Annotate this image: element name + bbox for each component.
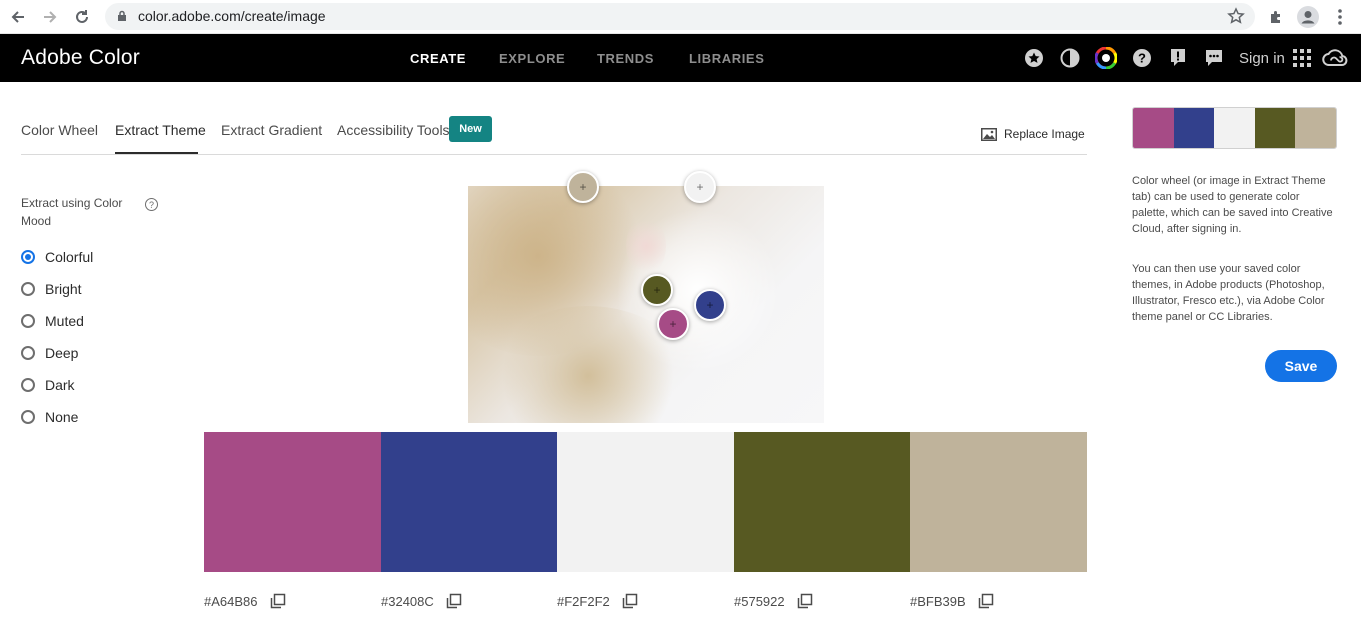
palette-swatch-3[interactable] <box>557 432 734 572</box>
tab-extract-theme[interactable]: Extract Theme <box>115 122 206 138</box>
info-text-1: Color wheel (or image in Extract Theme t… <box>1132 175 1333 235</box>
palette-swatch-4[interactable] <box>734 432 910 572</box>
mood-label-none: None <box>45 409 79 425</box>
hex-row-5: #BFB39B <box>910 593 994 609</box>
mood-option-dark[interactable]: Dark <box>21 375 75 395</box>
palette-swatch-5[interactable] <box>910 432 1087 572</box>
svg-text:?: ? <box>1138 51 1146 66</box>
hex-row-1: #A64B86 <box>204 593 286 609</box>
mood-label-bright: Bright <box>45 281 82 297</box>
forward-button[interactable] <box>37 4 63 30</box>
apps-grid-icon[interactable] <box>1291 47 1313 69</box>
feedback-icon[interactable] <box>1203 47 1225 69</box>
reload-button[interactable] <box>69 4 95 30</box>
hex-value[interactable]: #A64B86 <box>204 594 258 609</box>
report-icon[interactable] <box>1167 47 1189 69</box>
kebab-menu-icon <box>1338 9 1342 25</box>
address-bar[interactable]: color.adobe.com/create/image <box>105 3 1255 30</box>
color-mood-title: Extract using Color Mood <box>21 196 123 228</box>
replace-image-button[interactable]: Replace Image <box>981 127 1085 141</box>
avatar-icon <box>1297 6 1319 28</box>
active-tab-indicator <box>115 152 198 154</box>
browser-menu-button[interactable] <box>1327 4 1353 30</box>
color-picker-4[interactable]: + <box>641 274 673 306</box>
sign-in-link[interactable]: Sign in <box>1239 50 1285 67</box>
color-picker-1[interactable]: + <box>657 308 689 340</box>
copy-icon[interactable] <box>622 593 638 609</box>
bookmark-star-icon[interactable] <box>1227 7 1245 25</box>
palette-swatch-1[interactable] <box>204 432 381 572</box>
forward-arrow-icon <box>44 11 57 23</box>
tab-color-wheel[interactable]: Color Wheel <box>21 122 98 138</box>
color-wheel-icon[interactable] <box>1095 47 1117 69</box>
mood-label-deep: Deep <box>45 345 79 361</box>
app-title[interactable]: Adobe Color <box>21 46 140 70</box>
radio-bright[interactable] <box>21 282 35 296</box>
dark-mode-icon[interactable] <box>1059 47 1081 69</box>
puzzle-icon <box>1271 11 1280 23</box>
hex-row-4: #575922 <box>734 593 813 609</box>
favorites-icon[interactable] <box>1023 47 1045 69</box>
profile-button[interactable] <box>1295 4 1321 30</box>
tab-accessibility-tools[interactable]: Accessibility Tools <box>337 122 450 138</box>
back-button[interactable] <box>5 4 31 30</box>
hex-value[interactable]: #BFB39B <box>910 594 966 609</box>
mood-option-none[interactable]: None <box>21 407 78 427</box>
create-tabs: Color Wheel Extract Theme Extract Gradie… <box>21 109 1087 155</box>
hex-row-2: #32408C <box>381 593 462 609</box>
color-picker-2[interactable]: + <box>694 289 726 321</box>
color-picker-5[interactable]: + <box>567 171 599 203</box>
image-icon <box>981 127 997 141</box>
tab-extract-gradient[interactable]: Extract Gradient <box>221 122 322 138</box>
copy-icon[interactable] <box>797 593 813 609</box>
theme-preview-swatch <box>1133 108 1174 148</box>
mood-option-deep[interactable]: Deep <box>21 343 78 363</box>
copy-icon[interactable] <box>978 593 994 609</box>
hex-value[interactable]: #32408C <box>381 594 434 609</box>
radio-none[interactable] <box>21 410 35 424</box>
creative-cloud-icon[interactable] <box>1322 47 1348 69</box>
theme-preview-swatch <box>1214 108 1255 148</box>
palette-swatch-2[interactable] <box>381 432 557 572</box>
nav-libraries[interactable]: LIBRARIES <box>689 51 764 66</box>
hex-row-3: #F2F2F2 <box>557 593 638 609</box>
new-badge: New <box>449 116 492 142</box>
theme-preview-swatch <box>1173 108 1215 148</box>
hex-value[interactable]: #F2F2F2 <box>557 594 610 609</box>
color-picker-3[interactable]: + <box>684 171 716 203</box>
replace-image-label: Replace Image <box>1004 127 1085 141</box>
url-text: color.adobe.com/create/image <box>138 8 326 24</box>
lock-icon <box>118 10 126 21</box>
mood-help-icon[interactable]: ? <box>145 198 158 211</box>
app-header: Adobe Color CREATE EXPLORE TRENDS LIBRAR… <box>0 34 1361 82</box>
info-text-2: You can then use your saved color themes… <box>1132 263 1325 323</box>
nav-trends[interactable]: TRENDS <box>597 51 654 66</box>
nav-explore[interactable]: EXPLORE <box>499 51 565 66</box>
mood-option-muted[interactable]: Muted <box>21 311 84 331</box>
back-arrow-icon <box>11 11 24 23</box>
save-button[interactable]: Save <box>1265 350 1337 382</box>
extensions-button[interactable] <box>1263 4 1289 30</box>
copy-icon[interactable] <box>270 593 286 609</box>
theme-preview-swatch <box>1254 108 1296 148</box>
radio-dark[interactable] <box>21 378 35 392</box>
mood-option-colorful[interactable]: Colorful <box>21 247 93 267</box>
hex-value[interactable]: #575922 <box>734 594 785 609</box>
theme-preview <box>1132 107 1337 149</box>
nav-create[interactable]: CREATE <box>410 51 466 66</box>
mood-label-dark: Dark <box>45 377 75 393</box>
radio-muted[interactable] <box>21 314 35 328</box>
help-icon[interactable]: ? <box>1131 47 1153 69</box>
theme-preview-swatch <box>1295 108 1336 148</box>
radio-deep[interactable] <box>21 346 35 360</box>
mood-option-bright[interactable]: Bright <box>21 279 82 299</box>
reload-icon <box>76 10 88 23</box>
copy-icon[interactable] <box>446 593 462 609</box>
browser-toolbar: color.adobe.com/create/image <box>0 0 1361 34</box>
mood-label-muted: Muted <box>45 313 84 329</box>
source-image[interactable] <box>468 186 824 423</box>
radio-colorful[interactable] <box>21 250 35 264</box>
mood-label-colorful: Colorful <box>45 249 94 265</box>
